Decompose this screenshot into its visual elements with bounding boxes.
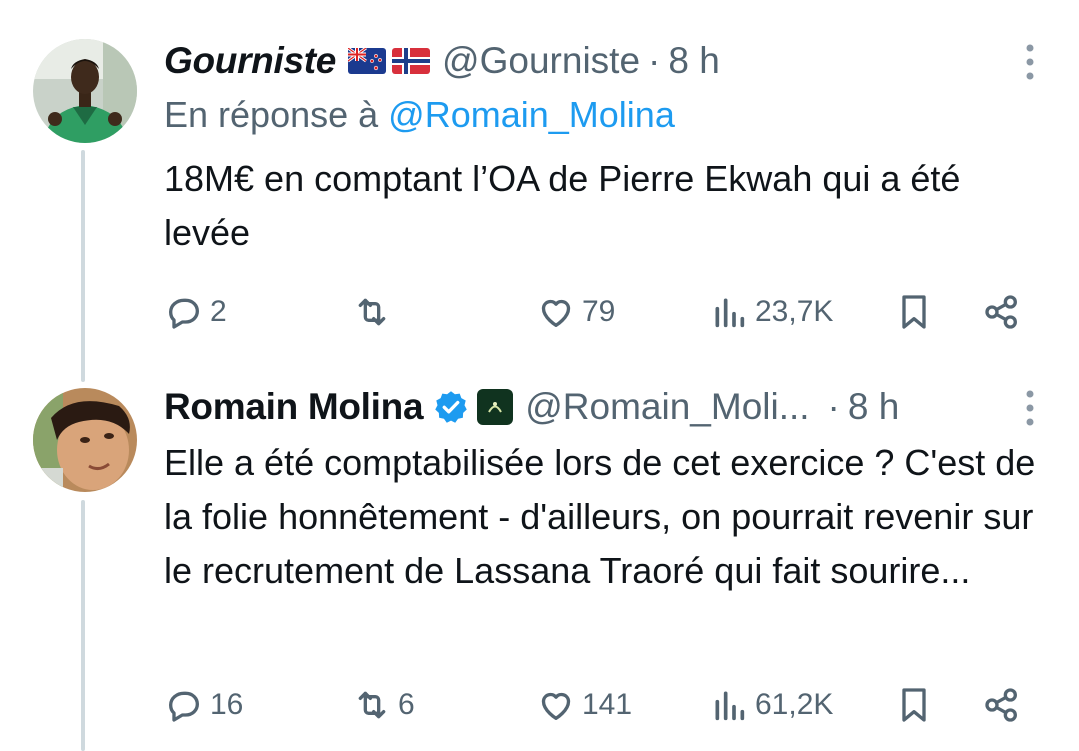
separator: · (648, 40, 661, 81)
views-button[interactable]: 23,7K (709, 290, 833, 334)
norway-flag-icon (392, 48, 431, 74)
author-handle[interactable]: @Romain_Moli... (525, 386, 809, 428)
tweet-header: Romain Molina @Romain_Moli... · 8 h (164, 384, 999, 430)
like-count: 141 (582, 688, 633, 721)
reply-count: 16 (210, 688, 244, 721)
like-button[interactable]: 79 (536, 290, 615, 334)
avatar-gourniste[interactable] (33, 39, 137, 143)
affiliation-badge-icon[interactable] (477, 389, 514, 425)
tweet-text: Elle a été comptabilisée lors de cet exe… (164, 442, 1036, 591)
avatar-romain-molina[interactable] (33, 388, 137, 492)
share-button[interactable] (982, 290, 1022, 334)
share-icon (985, 688, 1017, 722)
bookmark-icon (902, 295, 926, 329)
reply-to-label: En réponse à (164, 94, 379, 135)
tweet-actions: 2 79 23,7K (164, 290, 1039, 334)
more-icon[interactable] (1023, 42, 1037, 82)
like-button[interactable]: 141 (536, 683, 632, 727)
retweet-icon (358, 298, 386, 326)
new-zealand-flag-icon (348, 48, 387, 74)
views-icon (715, 298, 745, 328)
bookmark-button[interactable] (894, 290, 934, 334)
retweet-button[interactable] (352, 290, 398, 334)
author-name[interactable]: Romain Molina (164, 386, 424, 428)
tweet-gourniste[interactable]: Gourniste @Gourniste · 8 h En réponse à … (0, 0, 1079, 370)
tweet-romain-molina[interactable]: Romain Molina @Romain_Moli... · 8 h Elle… (0, 370, 1079, 751)
views-button[interactable]: 61,2K (709, 683, 833, 727)
like-icon (541, 299, 571, 327)
like-icon (541, 692, 571, 720)
retweet-count: 6 (398, 688, 415, 721)
bookmark-button[interactable] (894, 683, 934, 727)
reply-button[interactable]: 16 (164, 683, 243, 727)
views-count: 23,7K (755, 295, 834, 328)
more-icon[interactable] (1023, 388, 1037, 428)
retweet-button[interactable]: 6 (352, 683, 415, 727)
share-icon (985, 295, 1017, 329)
separator: · (827, 386, 840, 427)
bookmark-icon (902, 688, 926, 722)
timestamp[interactable]: 8 h (668, 40, 719, 82)
tweet-text: 18M€ en comptant l’OA de Pierre Ekwah qu… (164, 158, 961, 253)
tweet-header: Gourniste @Gourniste · 8 h (164, 38, 999, 84)
retweet-icon (358, 691, 386, 719)
views-icon (715, 691, 745, 721)
share-button[interactable] (982, 683, 1022, 727)
reply-to-mention[interactable]: @Romain_Molina (388, 94, 675, 135)
verified-badge-icon (435, 391, 467, 423)
reply-button[interactable]: 2 (164, 290, 227, 334)
author-handle[interactable]: @Gourniste (442, 40, 640, 82)
like-count: 79 (582, 295, 616, 328)
reply-icon (169, 691, 199, 722)
author-name[interactable]: Gourniste (164, 40, 336, 82)
views-count: 61,2K (755, 688, 834, 721)
reply-icon (169, 298, 199, 329)
timestamp[interactable]: 8 h (848, 386, 899, 428)
reply-count: 2 (210, 295, 227, 328)
reply-context: En réponse à @Romain_Molina (164, 94, 675, 136)
tweet-actions: 16 6 141 61,2K (164, 683, 1039, 727)
